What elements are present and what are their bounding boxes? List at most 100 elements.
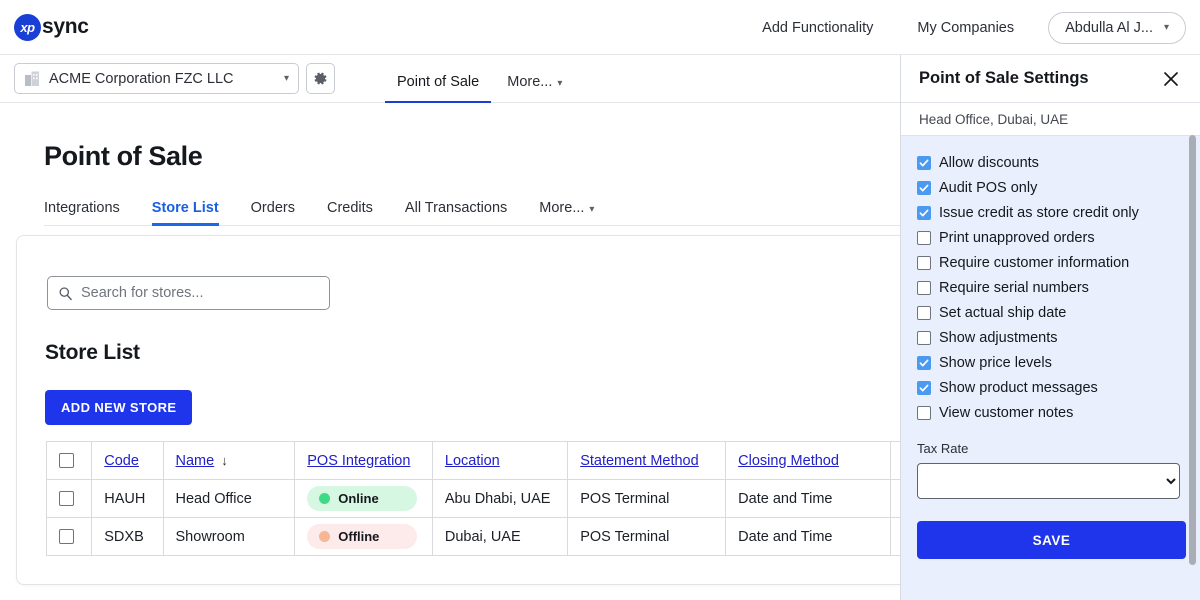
- checkbox-unchecked-icon[interactable]: [917, 230, 931, 245]
- option-require-serial-numbers[interactable]: Require serial numbers: [917, 275, 1182, 300]
- column-header-closing-method[interactable]: Closing Method: [725, 441, 891, 480]
- tab-label: Integrations: [44, 200, 120, 216]
- status-badge-label: Online: [338, 491, 379, 506]
- row-select-cell: [45, 479, 93, 518]
- tax-rate-select[interactable]: [917, 463, 1180, 499]
- option-view-customer-notes[interactable]: View customer notes: [917, 400, 1182, 425]
- checkbox-checked-icon[interactable]: [917, 205, 931, 220]
- checkbox-checked-icon[interactable]: [917, 155, 931, 170]
- chevron-down-icon: ▾: [589, 204, 595, 215]
- nav-add-functionality[interactable]: Add Functionality: [740, 20, 895, 36]
- tax-rate-label: Tax Rate: [917, 441, 969, 456]
- option-label: Issue credit as store credit only: [939, 204, 1139, 221]
- tab-label: More...: [539, 200, 585, 216]
- column-header-code[interactable]: Code: [91, 441, 164, 480]
- option-label: Set actual ship date: [939, 304, 1067, 321]
- option-label: Audit POS only: [939, 179, 1038, 196]
- checkbox-checked-icon[interactable]: [917, 380, 931, 395]
- app-logo[interactable]: xp sync: [14, 13, 89, 41]
- checkbox-unchecked-icon[interactable]: [917, 405, 931, 420]
- status-badge: Online: [307, 486, 418, 511]
- tab-store-list[interactable]: Store List: [136, 200, 235, 226]
- nav-my-companies[interactable]: My Companies: [895, 20, 1036, 36]
- option-label: Require serial numbers: [939, 279, 1089, 296]
- select-all-checkbox[interactable]: [59, 453, 74, 469]
- tab-label: Credits: [326, 200, 373, 216]
- status-dot-icon: [319, 493, 331, 504]
- option-label: Show adjustments: [939, 329, 1058, 346]
- panel-body: Allow discounts Audit POS only Issue cre…: [901, 136, 1200, 559]
- module-tab-more[interactable]: More... ▾: [493, 74, 576, 103]
- status-badge-label: Offline: [338, 529, 380, 544]
- checkbox-checked-icon[interactable]: [917, 355, 931, 370]
- column-header-name[interactable]: Name ↓: [162, 441, 296, 480]
- column-header-link[interactable]: Statement Method: [580, 453, 699, 469]
- column-header-statement-method[interactable]: Statement Method: [567, 441, 727, 480]
- option-show-adjustments[interactable]: Show adjustments: [917, 325, 1182, 350]
- company-selector[interactable]: ACME Corporation FZC LLC ▾: [14, 63, 299, 94]
- table-row[interactable]: SDXB Showroom Offline Dubai, UAE POS Ter…: [45, 517, 1044, 556]
- module-tab-point-of-sale[interactable]: Point of Sale: [383, 74, 493, 104]
- cell-statement-method: POS Terminal: [567, 517, 727, 556]
- checkbox-unchecked-icon[interactable]: [917, 305, 931, 320]
- column-header-link[interactable]: Location: [445, 453, 500, 469]
- option-set-actual-ship-date[interactable]: Set actual ship date: [917, 300, 1182, 325]
- top-navigation: Add Functionality My Companies Abdulla A…: [740, 0, 1186, 55]
- sort-descending-icon: ↓: [221, 452, 228, 468]
- panel-title: Point of Sale Settings: [919, 69, 1089, 87]
- option-show-price-levels[interactable]: Show price levels: [917, 350, 1182, 375]
- settings-gear-button[interactable]: [306, 63, 335, 94]
- option-show-product-messages[interactable]: Show product messages: [917, 375, 1182, 400]
- option-label: Allow discounts: [939, 154, 1039, 171]
- status-badge: Offline: [307, 524, 418, 549]
- option-issue-credit-as-store-credit-only[interactable]: Issue credit as store credit only: [917, 200, 1182, 225]
- checkbox-unchecked-icon[interactable]: [917, 255, 931, 270]
- table-row[interactable]: HAUH Head Office Online Abu Dhabi, UAE P…: [45, 479, 1044, 518]
- save-button[interactable]: SAVE: [917, 521, 1186, 559]
- pos-settings-panel: Point of Sale Settings Head Office, Duba…: [900, 55, 1200, 600]
- option-audit-pos-only[interactable]: Audit POS only: [917, 175, 1182, 200]
- column-header-link[interactable]: Name: [176, 453, 215, 469]
- search-icon: [59, 286, 72, 300]
- option-require-customer-information[interactable]: Require customer information: [917, 250, 1182, 275]
- checkbox-unchecked-icon[interactable]: [917, 330, 931, 345]
- panel-scrollbar[interactable]: [1189, 135, 1196, 565]
- option-allow-discounts[interactable]: Allow discounts: [917, 150, 1182, 175]
- column-header-pos-integration[interactable]: POS Integration: [294, 441, 433, 480]
- tab-orders[interactable]: Orders: [235, 200, 311, 225]
- tab-integrations[interactable]: Integrations: [44, 200, 136, 225]
- cell-pos-integration: Online: [294, 479, 433, 518]
- tab-label: All Transactions: [404, 200, 508, 216]
- tab-more[interactable]: More... ▾: [523, 200, 610, 225]
- user-menu-button[interactable]: Abdulla Al J... ▾: [1048, 11, 1186, 44]
- option-label: Print unapproved orders: [939, 229, 1095, 246]
- column-header-link[interactable]: POS Integration: [307, 453, 410, 469]
- checkbox-checked-icon[interactable]: [917, 180, 931, 195]
- tab-all-transactions[interactable]: All Transactions: [389, 200, 523, 225]
- search-input[interactable]: [81, 285, 319, 301]
- column-header-link[interactable]: Closing Method: [738, 453, 839, 469]
- store-list-heading: Store List: [45, 341, 140, 364]
- search-box[interactable]: [47, 276, 330, 310]
- user-menu-label: Abdulla Al J...: [1065, 19, 1153, 36]
- option-print-unapproved-orders[interactable]: Print unapproved orders: [917, 225, 1182, 250]
- checkbox-unchecked-icon[interactable]: [917, 280, 931, 295]
- option-label: Show price levels: [939, 354, 1052, 371]
- tab-credits[interactable]: Credits: [311, 200, 389, 225]
- row-checkbox[interactable]: [59, 529, 74, 545]
- column-header-link[interactable]: Code: [104, 453, 139, 469]
- row-checkbox[interactable]: [59, 491, 74, 507]
- top-bar: xp sync Add Functionality My Companies A…: [0, 0, 1200, 55]
- logo-text: sync: [42, 15, 89, 38]
- cell-name: Head Office: [162, 479, 296, 518]
- close-icon: [1164, 71, 1178, 86]
- module-tabs: Point of Sale More... ▾: [383, 55, 576, 104]
- close-panel-button[interactable]: [1158, 66, 1184, 92]
- column-header-location[interactable]: Location: [431, 441, 569, 480]
- chevron-down-icon: ▾: [557, 77, 563, 89]
- add-new-store-button[interactable]: ADD NEW STORE: [45, 390, 193, 425]
- store-list-card: Store List ADD NEW STORE Code Name ↓ POS …: [16, 235, 1044, 585]
- row-select-cell: [45, 517, 93, 556]
- logo-badge-icon: xp: [14, 13, 41, 41]
- status-dot-icon: [319, 531, 331, 542]
